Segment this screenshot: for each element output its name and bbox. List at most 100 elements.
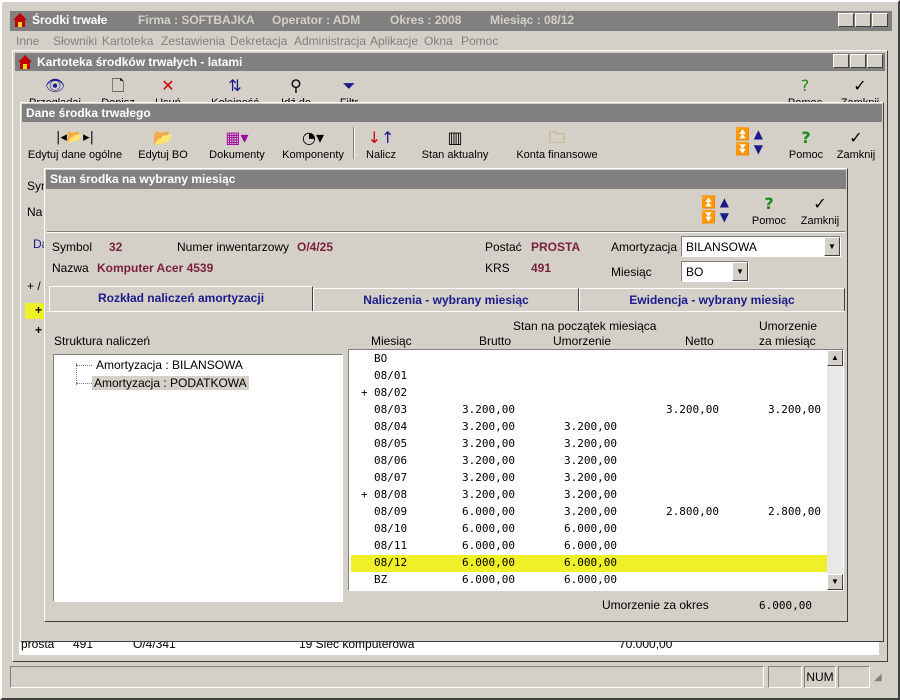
dane-pomoc-label: Pomoc [788,149,824,161]
usun-button[interactable]: ✕ Usuń [147,75,189,105]
table-row[interactable]: 08/04 3.200,00 3.200,00 [351,419,827,436]
amortyzacja-select[interactable]: BILANSOWA ▼ [681,236,841,257]
dopisz-button[interactable]: 🗋 Dopisz [93,75,143,105]
dane-nav-arrows: ⏫ ▲ ⏬ ▼ [735,127,775,159]
filter-icon: ⏷ [342,76,356,95]
status-bar: NUM ◢ [10,666,890,688]
tab-rozklad[interactable]: Rozkład naliczeń amortyzacji [49,286,313,312]
table-row[interactable]: +08/02 [351,385,827,402]
hidden-label-plus: + / [27,279,41,293]
przegladaj-button[interactable]: 👁 Przeglądaj [27,75,83,105]
cell-netto: 2.800,00 [666,505,719,518]
konta-finansowe-button[interactable]: 🗀 Konta finansowe [509,127,605,161]
umorzenie-za-okres-value: 6.000,00 [759,599,812,612]
cell-umorzenie: 3.200,00 [564,420,617,433]
minimize-button[interactable]: _ [838,13,854,27]
tab-ewidencja[interactable]: Ewidencja - wybrany miesiąc [579,288,845,312]
stan-window: Stan środka na wybrany miesiąc ⏫ ▲ ⏬ ▼ ?… [44,168,848,622]
tab-strip: Rozkład naliczeń amortyzacji Naliczenia … [47,286,847,312]
row-expand-icon[interactable]: + [361,488,368,501]
col-header-miesiac: Miesiąc [371,334,412,348]
help-icon: ? [800,76,810,95]
menu-inne[interactable]: Inne [16,34,39,48]
filtr-button[interactable]: ⏷ Filtr [329,75,369,105]
nav-prev-icon[interactable]: ▲ [754,127,763,141]
nalicz-button[interactable]: ↓↑ Nalicz [361,127,401,161]
cell-umorzenie: 3.200,00 [564,505,617,518]
table-row[interactable]: 08/03 3.200,00 3.200,00 3.200,00 [351,402,827,419]
nav-last-icon[interactable]: ⏬ [735,142,750,156]
cell-nazwa: 19 Sieć komputerowa [299,641,415,651]
table-row[interactable]: 08/07 3.200,00 3.200,00 [351,470,827,487]
stan-pomoc-label: Pomoc [751,215,787,227]
menu-pomoc[interactable]: Pomoc [461,34,498,48]
stan-nav-next-icon[interactable]: ▼ [720,210,729,224]
hidden-row-plus: + [35,323,43,337]
dane-zamknij-button[interactable]: ✓ Zamknij [833,127,879,161]
tab-naliczenia[interactable]: Naliczenia - wybrany miesiąc [313,288,579,312]
row-expand-icon[interactable]: + [361,386,368,399]
maximize-button[interactable]: □ [855,13,871,27]
kartoteka-pomoc-button[interactable]: ? Pomoc [783,75,827,105]
table-row[interactable]: BZ 6.000,00 6.000,00 [351,572,827,589]
table-row[interactable]: 08/01 [351,368,827,385]
tree-item-podatkowa[interactable]: Amortyzacja : PODATKOWA [92,376,249,390]
umorzenie-za-okres-label: Umorzenie za okres [602,598,709,612]
stan-aktualny-button[interactable]: ▥ Stan aktualny [417,127,493,161]
dokumenty-button[interactable]: ▦▾ Dokumenty [207,127,267,161]
stan-nav-arrows: ⏫ ▲ ⏬ ▼ [701,195,741,227]
kolejnosc-button[interactable]: ⇅ Kolejność [205,75,265,105]
kartoteka-bottom-row[interactable]: prosta 491 O/4/341 19 Sieć komputerowa 7… [19,641,879,655]
table-row[interactable]: +08/08 3.200,00 3.200,00 [351,487,827,504]
menu-aplikacje[interactable]: Aplikacje [370,34,418,48]
cell-miesiac: 08/05 [374,437,408,450]
documents-icon: ▦▾ [225,128,249,147]
nalicz-label: Nalicz [366,149,396,161]
table-row[interactable]: 08/05 3.200,00 3.200,00 [351,436,827,453]
nav-first-icon[interactable]: ⏫ [735,127,750,141]
tree-item-bilansowa[interactable]: Amortyzacja : BILANSOWA [94,358,245,372]
tab-ewidencja-label: Ewidencja - wybrany miesiąc [629,293,795,307]
stan-zamknij-button[interactable]: ✓ Zamknij [795,193,845,227]
grid-vscroll[interactable]: ▲ ▼ [827,350,843,590]
table-row[interactable]: 08/12 6.000,00 6.000,00 [351,555,827,572]
menu-slowniki[interactable]: Słowniki [53,34,97,48]
menu-okna[interactable]: Okna [424,34,453,48]
idz-do-button[interactable]: ⚲ Idź do [271,75,321,105]
kartoteka-close-button[interactable]: × [867,54,883,68]
kartoteka-zamknij-button[interactable]: ✓ Zamknij [835,75,885,105]
close-button[interactable]: × [872,13,888,27]
kartoteka-icon [17,54,33,70]
menu-dekretacja[interactable]: Dekretacja [230,34,287,48]
edytuj-dane-button[interactable]: |◂📂▸| Edytuj dane ogólne [27,127,123,161]
grid-scroll-up[interactable]: ▲ [827,350,843,366]
menu-administracja[interactable]: Administracja [294,34,366,48]
status-pane-main [10,666,764,688]
table-row[interactable]: 08/11 6.000,00 6.000,00 [351,538,827,555]
grid-scroll-down[interactable]: ▼ [827,574,843,590]
chevron-down-icon[interactable]: ▼ [824,237,840,256]
miesiac-select[interactable]: BO ▼ [681,261,749,282]
table-row[interactable]: 08/10 6.000,00 6.000,00 [351,521,827,538]
struktura-label: Struktura naliczeń [54,334,151,348]
nazwa-label: Nazwa [52,261,89,275]
stan-nav-first-icon[interactable]: ⏫ [701,195,716,209]
kartoteka-restore-button[interactable]: ❐ [850,54,866,68]
menu-zestawienia[interactable]: Zestawienia [161,34,225,48]
table-row[interactable]: 08/06 3.200,00 3.200,00 [351,453,827,470]
kartoteka-minimize-button[interactable]: _ [833,54,849,68]
stan-pomoc-button[interactable]: ? Pomoc [747,193,791,227]
dane-pomoc-button[interactable]: ? Pomoc [783,127,829,161]
stan-nav-prev-icon[interactable]: ▲ [720,195,729,209]
delete-x-icon: ✕ [161,76,175,95]
edytuj-bo-button[interactable]: 📂 Edytuj BO [133,127,193,161]
menu-kartoteka[interactable]: Kartoteka [102,34,153,48]
komponenty-button[interactable]: ◔▾ Komponenty [279,127,347,161]
table-row[interactable]: 08/09 6.000,00 3.200,00 2.800,00 2.800,00 [351,504,827,521]
chevron-down-icon[interactable]: ▼ [732,262,748,281]
nav-next-icon[interactable]: ▼ [754,142,763,156]
table-row[interactable]: BO [351,351,827,368]
cell-miesiac: 08/12 [374,556,408,569]
stan-nav-last-icon[interactable]: ⏬ [701,210,716,224]
resize-grip-icon[interactable]: ◢ [874,672,888,686]
